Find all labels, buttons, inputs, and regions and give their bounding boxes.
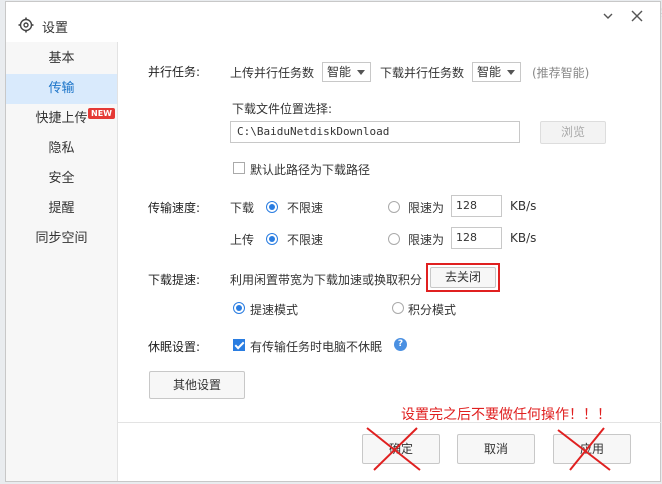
accelerate-section-label: 下载提速:	[148, 273, 201, 287]
window-title: 设置	[42, 21, 69, 36]
highlight-box	[426, 263, 500, 292]
download-location-label: 下载文件位置选择:	[232, 102, 333, 116]
download-limit-radio[interactable]	[388, 201, 400, 213]
chevron-down-icon[interactable]	[600, 10, 616, 26]
download-unlimited-radio[interactable]	[266, 201, 278, 213]
footer-divider	[118, 422, 661, 423]
download-limit-label: 限速为	[408, 201, 445, 215]
no-sleep-checkbox[interactable]	[233, 339, 245, 351]
upload-limit-label: 限速为	[408, 233, 445, 247]
sidebar-item-transfer[interactable]: 传输	[6, 74, 117, 104]
close-icon[interactable]	[629, 10, 645, 26]
parallel-section-label: 并行任务:	[148, 65, 201, 79]
download-parallel-value: 智能	[477, 65, 502, 79]
speed-mode-radio[interactable]	[233, 302, 245, 314]
sidebar-item-reminder[interactable]: 提醒	[6, 194, 117, 224]
sidebar: 基本 传输 快捷上传 NEW 隐私 安全 提醒 同步空间	[6, 42, 118, 481]
upload-unlimited-radio[interactable]	[266, 233, 278, 245]
upload-parallel-label: 上传并行任务数	[230, 66, 315, 80]
chevron-down-icon	[357, 70, 365, 75]
download-speed-label: 下载	[230, 201, 255, 215]
close-glyph	[631, 10, 643, 22]
download-unlimited-label: 不限速	[287, 201, 324, 215]
chevron-down-icon	[507, 70, 515, 75]
sidebar-item-security[interactable]: 安全	[6, 164, 117, 194]
upload-unlimited-label: 不限速	[287, 233, 324, 247]
sleep-section-label: 休眠设置:	[148, 340, 201, 354]
ok-button[interactable]: 确定	[362, 434, 440, 464]
download-parallel-select[interactable]: 智能	[472, 62, 521, 82]
upload-limit-radio[interactable]	[388, 233, 400, 245]
chevron-down-glyph	[603, 13, 613, 19]
recommend-hint: (推荐智能)	[532, 66, 590, 80]
default-path-checkbox[interactable]	[233, 162, 245, 174]
settings-window: 设置 基本 传输 快捷上传 NEW 隐私 安全 提醒 同步空间 并行任务: 上传…	[5, 1, 661, 482]
title-bar: 设置	[6, 2, 660, 42]
sidebar-item-sync-space[interactable]: 同步空间	[6, 224, 117, 254]
download-parallel-label: 下载并行任务数	[380, 66, 465, 80]
upload-limit-field[interactable]: 128	[451, 227, 502, 249]
upload-parallel-select[interactable]: 智能	[322, 62, 371, 82]
gear-icon	[18, 17, 34, 33]
download-limit-field[interactable]: 128	[451, 195, 502, 217]
download-unit-label: KB/s	[510, 199, 537, 213]
no-sleep-label: 有传输任务时电脑不休眠	[250, 340, 383, 354]
default-path-label: 默认此路径为下载路径	[250, 163, 371, 177]
points-mode-label: 积分模式	[408, 303, 457, 317]
cancel-button[interactable]: 取消	[457, 434, 535, 464]
help-icon[interactable]: ?	[394, 338, 407, 351]
browse-button[interactable]: 浏览	[540, 121, 606, 144]
download-path-field[interactable]: C:\BaiduNetdiskDownload	[230, 121, 520, 143]
upload-speed-label: 上传	[230, 233, 255, 247]
warning-annotation: 设置完之后不要做任何操作！！！	[401, 407, 611, 423]
sidebar-item-privacy[interactable]: 隐私	[6, 134, 117, 164]
points-mode-radio[interactable]	[392, 302, 404, 314]
other-settings-button[interactable]: 其他设置	[149, 371, 245, 399]
apply-button[interactable]: 应用	[553, 434, 631, 464]
upload-parallel-value: 智能	[327, 65, 352, 79]
accelerate-description: 利用闲置带宽为下载加速或换取积分	[230, 273, 423, 287]
speed-mode-label: 提速模式	[250, 303, 299, 317]
new-badge: NEW	[88, 108, 115, 119]
upload-unit-label: KB/s	[510, 231, 537, 245]
sidebar-item-basic[interactable]: 基本	[6, 44, 117, 74]
speed-section-label: 传输速度:	[148, 201, 201, 215]
